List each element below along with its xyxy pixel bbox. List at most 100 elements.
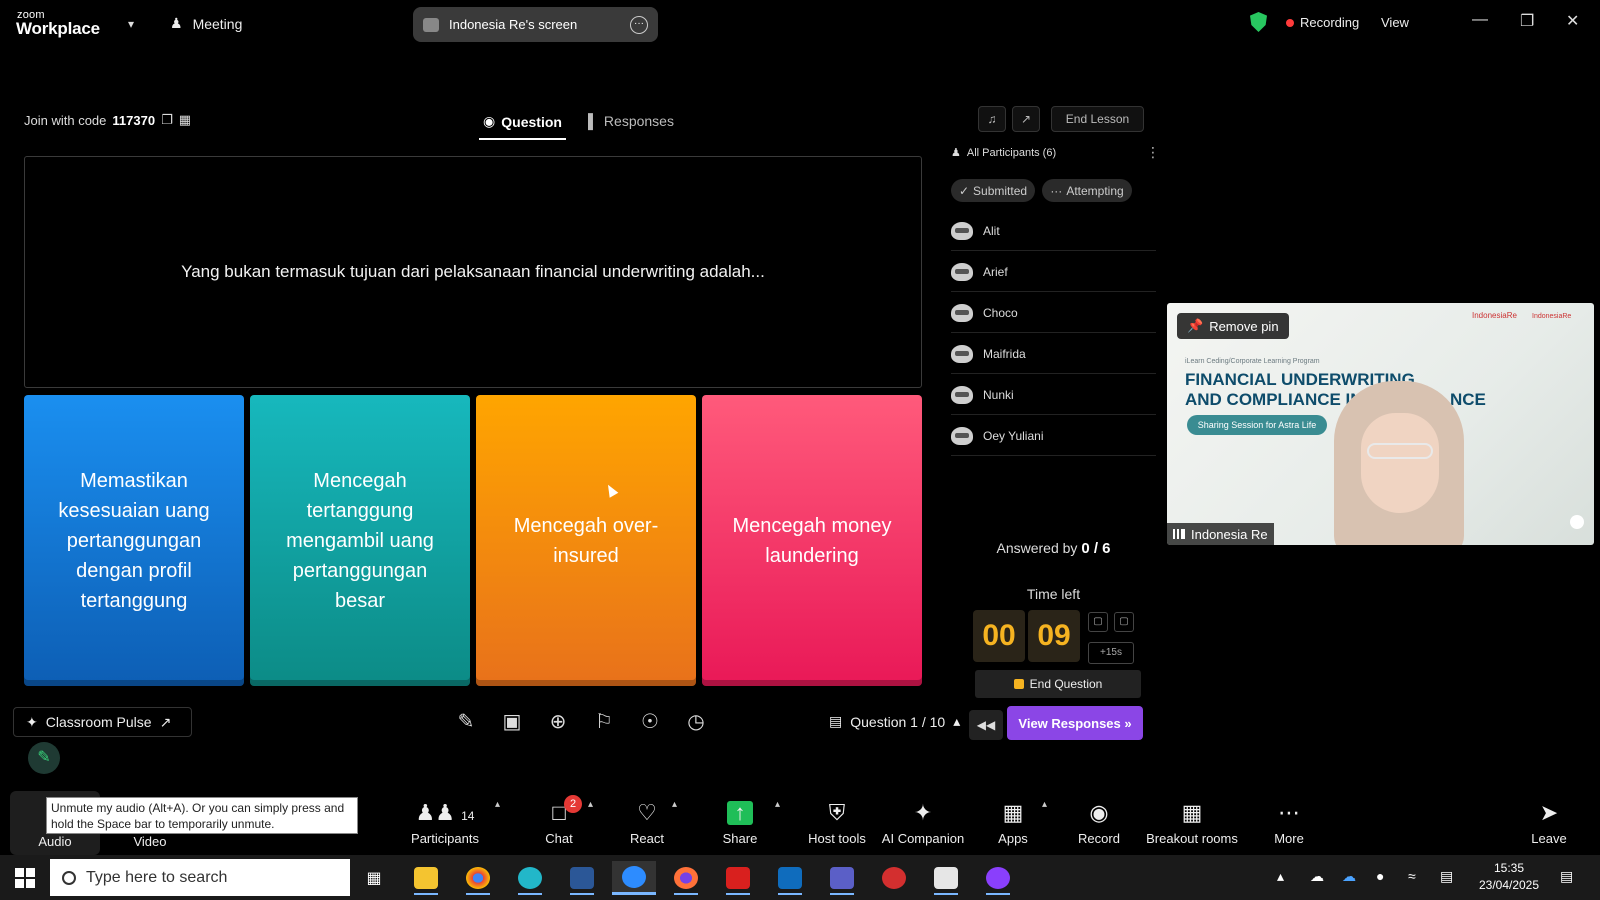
answer-option-1[interactable]: Memastikan kesesuaian uang pertanggungan… (24, 395, 244, 686)
answer-option-2[interactable]: Mencegah tertanggung mengambil uang pert… (250, 395, 470, 686)
restore-icon[interactable]: ❐ (1520, 11, 1534, 31)
chevron-up-icon[interactable]: ▴ (495, 799, 500, 810)
person-glasses (1367, 443, 1433, 459)
firefox-icon[interactable] (664, 861, 708, 895)
chevron-up-icon[interactable]: ▴ (672, 799, 677, 810)
record-button[interactable]: ◉ Record (1072, 791, 1126, 855)
qr-icon[interactable]: ▦ (179, 112, 191, 128)
more-button[interactable]: ⋯ More (1266, 791, 1312, 855)
microphone-icon[interactable]: ● (1376, 868, 1384, 884)
chevron-up-icon[interactable]: ▴ (1277, 868, 1284, 885)
pause-timer-icon[interactable]: ▢ (1088, 612, 1108, 632)
add-icon[interactable]: ⊕ (544, 708, 572, 736)
zoom-icon[interactable] (612, 861, 656, 895)
participant-name: Nunki (983, 387, 1014, 402)
breakout-rooms-icon: ▦ (1181, 799, 1203, 825)
kebab-menu-icon[interactable]: ⋮ (1146, 144, 1160, 161)
file-explorer-icon[interactable] (404, 861, 448, 895)
react-button[interactable]: ♡ React ▴ (622, 791, 677, 855)
annotate-pen-icon[interactable]: ✎ (28, 742, 60, 774)
whiteboard-icon[interactable]: ▣ (498, 708, 526, 736)
chevron-up-icon[interactable]: ▴ (775, 799, 780, 810)
apps-button[interactable]: ▦ Apps ▴ (990, 791, 1047, 855)
media-player-icon[interactable] (976, 861, 1020, 895)
chrome-icon[interactable] (456, 861, 500, 895)
previous-icon[interactable]: ◀◀ (969, 710, 1003, 740)
windows-start-icon[interactable] (15, 868, 35, 888)
participants-header-label: All Participants (6) (966, 146, 1057, 159)
minimize-icon[interactable]: — (1472, 11, 1488, 29)
recording-indicator[interactable]: Recording (1286, 15, 1359, 30)
taskbar-search[interactable]: Type here to search (50, 859, 350, 896)
screen-share-indicator[interactable]: Indonesia Re's screen ··· (413, 7, 658, 42)
host-tools-button[interactable]: ⛨ Host tools (802, 791, 872, 855)
participant-name: Maifrida (983, 346, 1026, 361)
external-link-icon: ↗ (159, 713, 172, 730)
system-clock[interactable]: 15:35 23/04/2025 (1474, 860, 1544, 894)
close-icon[interactable]: ✕ (1566, 11, 1579, 31)
chevron-down-icon[interactable]: ▾ (128, 17, 134, 31)
share-button[interactable]: ↑ Share ▴ (715, 791, 780, 855)
acrobat-icon[interactable] (716, 861, 760, 895)
presenter-icon[interactable]: ⚐ (590, 708, 618, 736)
tab-responses[interactable]: ▌ Responses (588, 113, 674, 137)
video-options-icon[interactable] (1570, 515, 1584, 529)
slide-program-text: iLearn Ceding/Corporate Learning Program (1185, 358, 1320, 365)
remove-pin-button[interactable]: 📌 Remove pin (1177, 313, 1289, 339)
copy-icon[interactable]: ❐ (161, 112, 173, 128)
security-app-icon[interactable] (872, 861, 916, 895)
spinner-icon[interactable]: ☉ (636, 708, 664, 736)
participants-button[interactable]: ♟♟ 14 Participants ▴ (405, 791, 500, 855)
encryption-shield-icon[interactable] (1250, 12, 1267, 32)
view-button[interactable]: View (1381, 15, 1409, 30)
more-label: More (1274, 830, 1304, 846)
leave-button[interactable]: ➤ Leave (1526, 791, 1572, 855)
filter-submitted[interactable]: ✓ Submitted (951, 179, 1035, 202)
more-options-icon[interactable]: ··· (630, 15, 648, 34)
fullscreen-icon[interactable]: ↗ (1012, 106, 1040, 132)
meeting-label: Meeting (192, 15, 243, 32)
chat-button[interactable]: □ Chat 2 ▴ (536, 791, 593, 855)
elo-icon[interactable] (924, 861, 968, 895)
participant-name: Alit (983, 223, 1000, 238)
breakout-rooms-label: Breakout rooms (1146, 830, 1238, 846)
filter-attempting[interactable]: ··· Attempting (1042, 179, 1132, 202)
view-responses-button[interactable]: View Responses » (1007, 706, 1143, 740)
chevron-up-icon[interactable]: ▴ (588, 799, 593, 810)
chevron-up-icon: ▴ (953, 713, 961, 729)
task-view-icon[interactable]: ▦ (352, 861, 396, 895)
outlook-icon[interactable] (768, 861, 812, 895)
participants-label: Participants (411, 830, 479, 846)
ai-companion-button[interactable]: ✦ AI Companion (880, 791, 966, 855)
wifi-icon[interactable]: ≈ (1408, 868, 1416, 884)
answered-counter: Answered by 0 / 6 (951, 540, 1156, 557)
timer-icon[interactable]: ◷ (682, 708, 710, 736)
answer-option-3[interactable]: Mencegah over-insured (476, 395, 696, 686)
ai-companion-label: AI Companion (881, 830, 965, 846)
chevron-up-icon[interactable]: ▴ (1042, 799, 1047, 810)
shield-icon: ⛨ (828, 799, 846, 825)
indonesia-re-logo: IndonesiaRe (1472, 311, 1517, 320)
onedrive-business-icon[interactable]: ☁ (1342, 868, 1356, 885)
reset-timer-icon[interactable]: ▢ (1114, 612, 1134, 632)
video-tile[interactable]: IndonesiaRe IndonesiaRe iLearn Ceding/Co… (1167, 303, 1594, 545)
tab-question[interactable]: ◉ Question (479, 113, 566, 140)
word-icon[interactable] (560, 861, 604, 895)
canva-icon[interactable] (508, 861, 552, 895)
display-icon[interactable]: ▤ (1440, 868, 1453, 885)
onedrive-icon[interactable]: ☁ (1310, 868, 1324, 885)
recording-label: Recording (1300, 15, 1360, 30)
notification-icon[interactable]: ▤ (1560, 868, 1573, 885)
meeting-menu[interactable]: ♟ Meeting (170, 15, 242, 32)
sound-icon[interactable]: ♫ (978, 106, 1006, 132)
join-code: Join with code 117370 ❐ ▦ (24, 112, 191, 128)
answer-option-4[interactable]: Mencegah money laundering (702, 395, 922, 686)
end-question-button[interactable]: End Question (975, 670, 1141, 698)
breakout-rooms-button[interactable]: ▦ Breakout rooms (1146, 791, 1238, 855)
teams-icon[interactable] (820, 861, 864, 895)
question-counter[interactable]: ▤ Question 1 / 10 ▴ (829, 713, 960, 730)
add-time-button[interactable]: +15s (1088, 642, 1134, 664)
end-lesson-button[interactable]: End Lesson (1051, 106, 1144, 132)
classroom-pulse-button[interactable]: ✦ Classroom Pulse ↗ (13, 707, 192, 737)
pen-icon[interactable]: ✎ (452, 708, 480, 736)
